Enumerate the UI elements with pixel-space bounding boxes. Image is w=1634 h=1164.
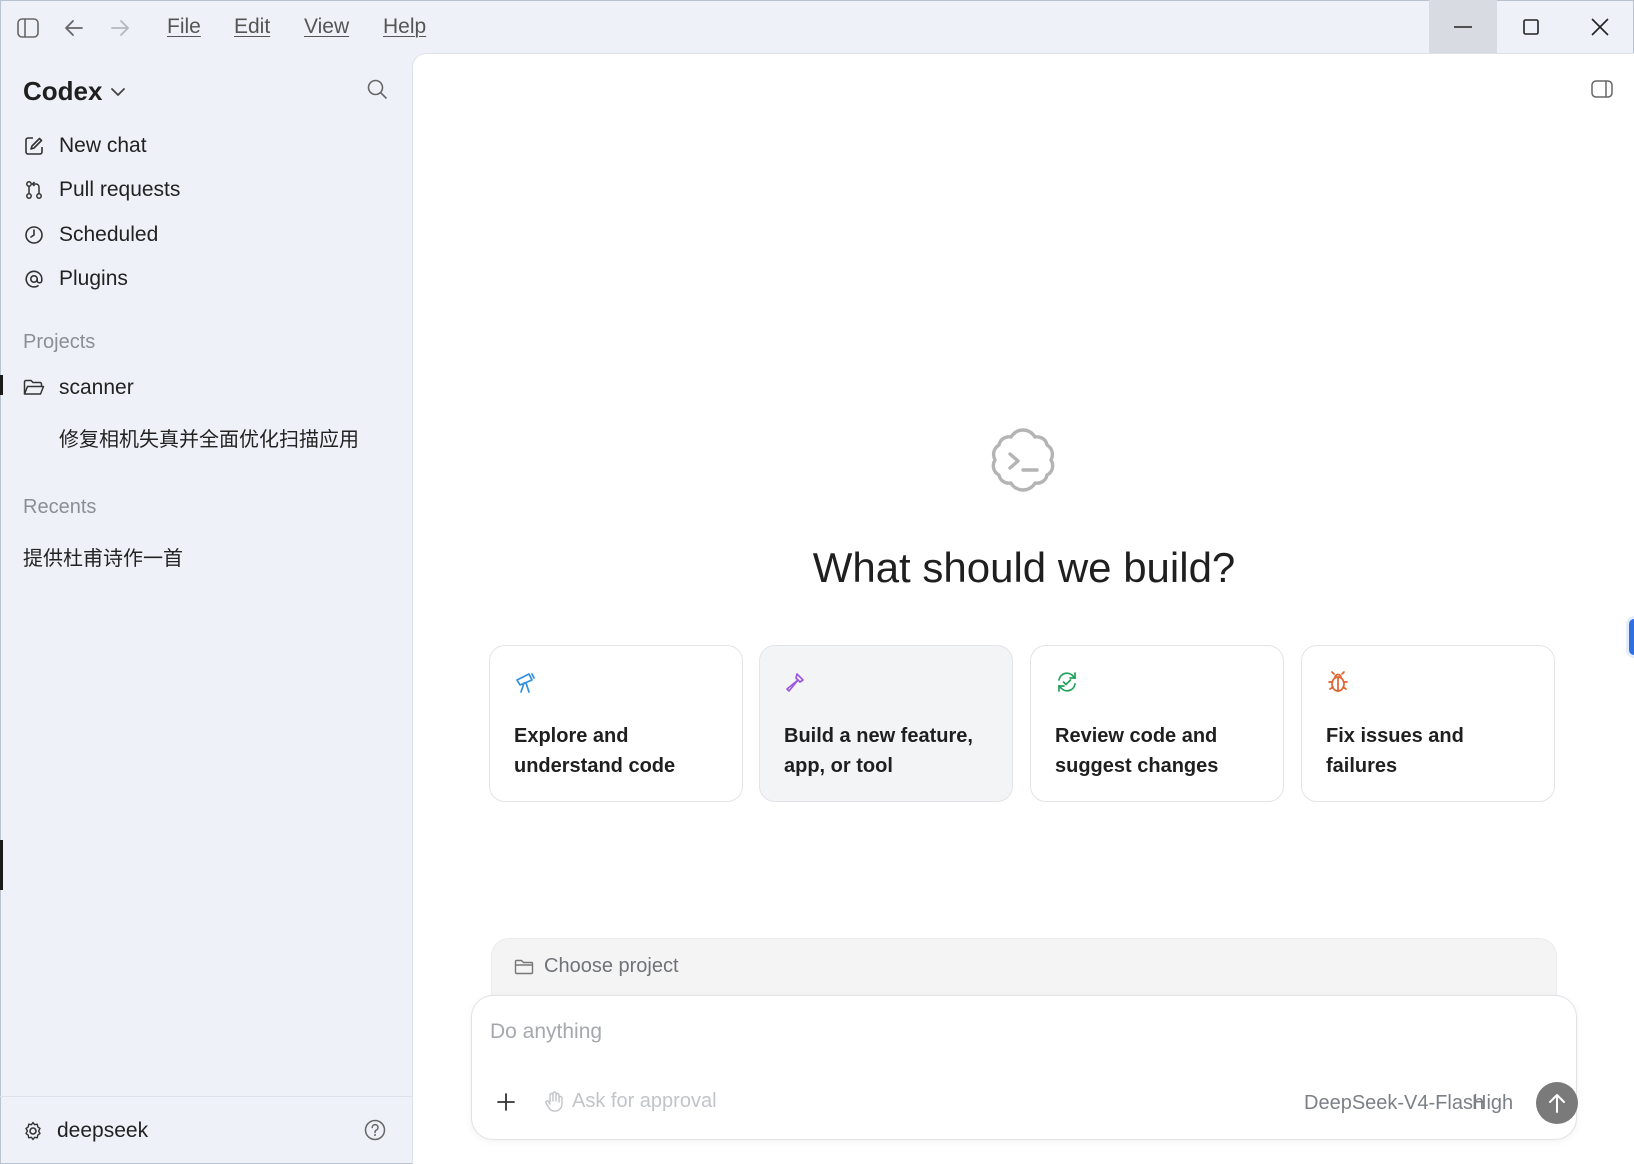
edge-artifact bbox=[0, 375, 3, 395]
composer: Do anything Ask for approval DeepSeek-V4… bbox=[471, 995, 1578, 1140]
maximize-button[interactable] bbox=[1497, 0, 1565, 54]
nav-label: Plugins bbox=[59, 267, 128, 290]
folder-open-icon bbox=[23, 377, 45, 399]
search-icon[interactable] bbox=[366, 78, 390, 102]
minimize-icon bbox=[1454, 26, 1472, 28]
close-icon bbox=[1591, 18, 1609, 36]
send-button[interactable] bbox=[1536, 1082, 1578, 1124]
prompt-input[interactable]: Do anything bbox=[490, 1020, 602, 1044]
recent-thread-item[interactable]: 提供杜甫诗作一首 bbox=[23, 542, 183, 571]
user-name: deepseek bbox=[57, 1119, 149, 1142]
title-bar: File Edit View Help bbox=[0, 0, 1634, 56]
approval-label: Ask for approval bbox=[572, 1090, 717, 1112]
nav-label: Scheduled bbox=[59, 223, 159, 246]
codex-logo-icon bbox=[985, 424, 1061, 500]
toggle-side-panel-icon[interactable] bbox=[1591, 80, 1613, 103]
menu-file[interactable]: File bbox=[167, 15, 201, 39]
card-label: Build a new feature, app, or tool bbox=[784, 725, 973, 777]
hand-icon bbox=[545, 1090, 563, 1112]
review-sync-icon bbox=[1055, 670, 1079, 694]
model-selector[interactable]: DeepSeek-V4-Flash bbox=[1304, 1092, 1484, 1115]
help-icon[interactable] bbox=[364, 1119, 386, 1146]
nav-plugins[interactable]: Plugins bbox=[23, 267, 128, 291]
at-sign-icon bbox=[23, 268, 45, 290]
nav-new-chat[interactable]: New chat bbox=[23, 134, 147, 158]
sidebar-footer: deepseek bbox=[0, 1096, 412, 1164]
card-label: Review code and suggest changes bbox=[1055, 725, 1219, 777]
close-button[interactable] bbox=[1566, 0, 1634, 54]
nav-label: Pull requests bbox=[59, 178, 181, 201]
toggle-sidebar-icon[interactable] bbox=[14, 14, 42, 42]
telescope-icon bbox=[514, 670, 538, 694]
hammer-icon bbox=[784, 670, 808, 694]
gear-icon bbox=[25, 1121, 41, 1141]
choose-project-label: Choose project bbox=[544, 955, 679, 977]
main-panel: What should we build? Explore and underst… bbox=[412, 53, 1634, 1164]
card-label: Explore and understand code bbox=[514, 725, 676, 777]
brand-name: Codex bbox=[23, 76, 103, 106]
card-label: Fix issues and failures bbox=[1326, 725, 1464, 777]
settings-button[interactable]: deepseek bbox=[23, 1119, 148, 1143]
folder-icon bbox=[514, 959, 534, 974]
approval-mode-selector[interactable]: Ask for approval bbox=[544, 1090, 717, 1113]
project-thread-item[interactable]: 修复相机失真并全面优化扫描应用 bbox=[59, 423, 359, 452]
project-name: scanner bbox=[59, 376, 134, 399]
minimize-button[interactable] bbox=[1429, 0, 1497, 54]
reasoning-effort-selector[interactable]: High bbox=[1472, 1092, 1513, 1115]
suggestion-card-explore[interactable]: Explore and understand code bbox=[489, 645, 743, 802]
suggestion-card-review[interactable]: Review code and suggest changes bbox=[1030, 645, 1284, 802]
nav-scheduled[interactable]: Scheduled bbox=[23, 223, 158, 247]
forward-arrow-icon[interactable] bbox=[106, 14, 134, 42]
workspace-switcher[interactable]: Codex bbox=[23, 76, 126, 107]
plus-icon bbox=[497, 1093, 515, 1111]
sidebar: Codex New chat Pull requests Scheduled P… bbox=[0, 56, 412, 1164]
chevron-down-icon bbox=[111, 87, 126, 96]
menu-help[interactable]: Help bbox=[383, 15, 426, 39]
maximize-icon bbox=[1523, 19, 1539, 35]
arrow-up-icon bbox=[1549, 1094, 1565, 1113]
pull-request-icon bbox=[23, 179, 45, 201]
nav-label: New chat bbox=[59, 134, 147, 157]
project-scanner[interactable]: scanner bbox=[23, 376, 134, 400]
edit-icon bbox=[23, 135, 45, 157]
nav-pull-requests[interactable]: Pull requests bbox=[23, 178, 180, 202]
edge-artifact bbox=[0, 840, 3, 890]
choose-project-content: Choose project bbox=[514, 955, 679, 978]
menu-view[interactable]: View bbox=[304, 15, 349, 39]
page-title: What should we build? bbox=[812, 544, 1236, 591]
clock-icon bbox=[23, 224, 45, 246]
back-arrow-icon[interactable] bbox=[60, 14, 88, 42]
suggestion-card-build[interactable]: Build a new feature, app, or tool bbox=[759, 645, 1013, 802]
projects-section-label: Projects bbox=[23, 331, 96, 353]
floating-assistant-handle[interactable] bbox=[1626, 616, 1634, 658]
suggestion-card-fix[interactable]: Fix issues and failures bbox=[1301, 645, 1555, 802]
recents-section-label: Recents bbox=[23, 496, 97, 518]
add-attachment-button[interactable] bbox=[492, 1088, 520, 1116]
menu-edit[interactable]: Edit bbox=[234, 15, 270, 39]
bug-icon bbox=[1326, 670, 1350, 694]
